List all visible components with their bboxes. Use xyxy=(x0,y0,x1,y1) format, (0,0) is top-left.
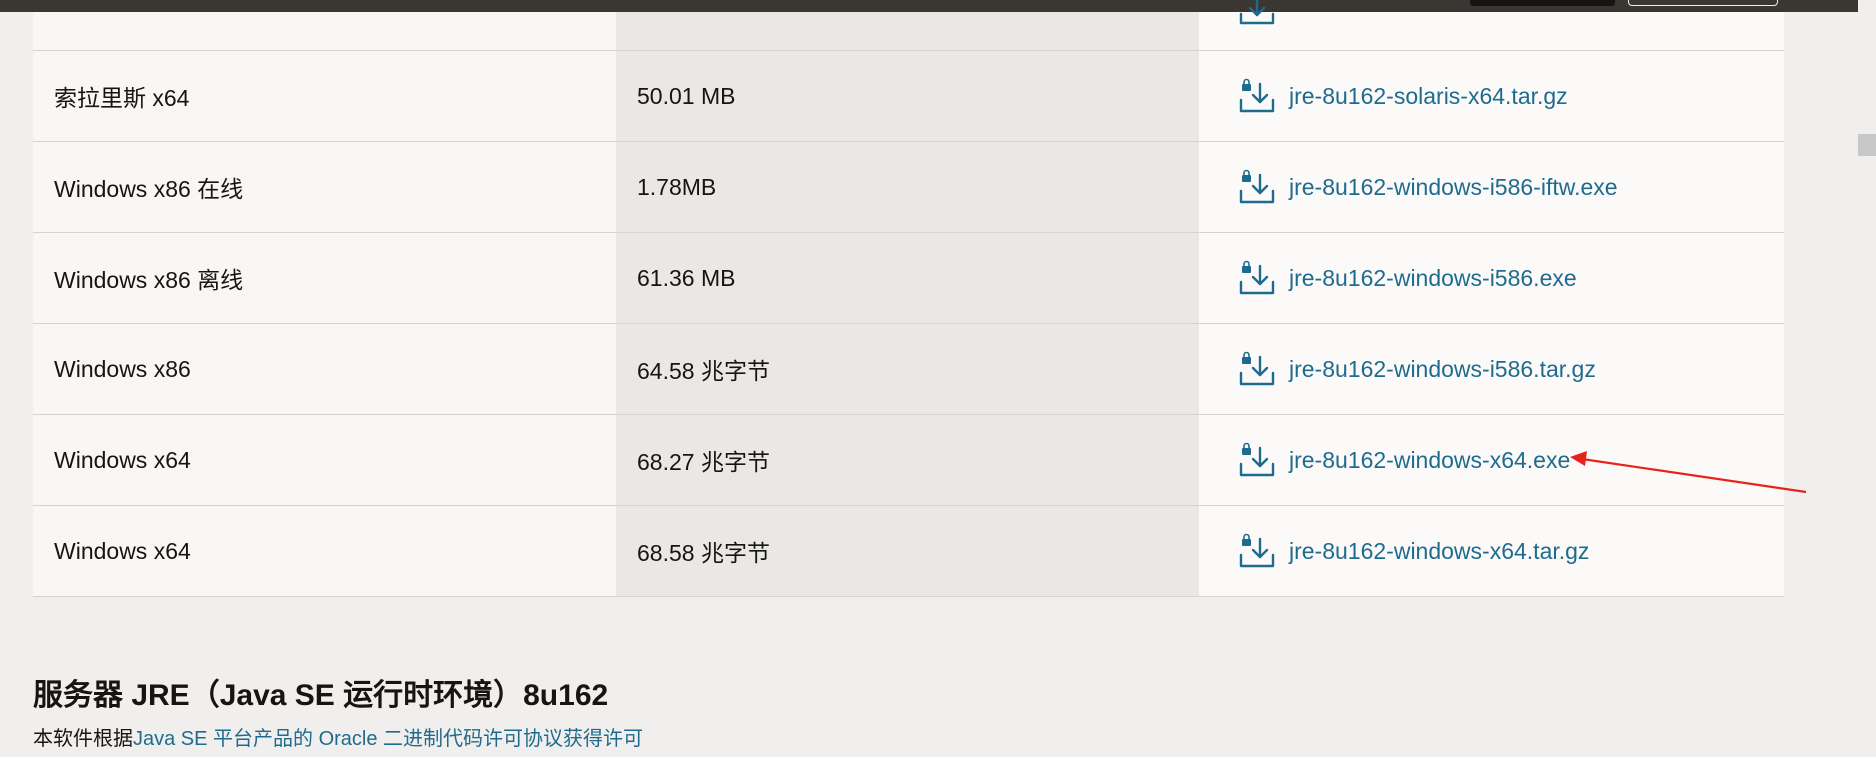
license-note-prefix: 本软件根据 xyxy=(33,728,133,750)
size-cell: 50.01 MB xyxy=(616,51,1199,141)
size-cell: 1.78MB xyxy=(616,142,1199,232)
product-label: 索拉里斯 x64 xyxy=(54,85,190,111)
product-label: Windows x64 xyxy=(54,446,191,473)
file-size: 50.01 MB xyxy=(637,82,736,109)
license-note: 本软件根据Java SE 平台产品的 Oracle 二进制代码许可协议获得许可 xyxy=(33,722,643,751)
download-lock-icon[interactable] xyxy=(1239,260,1275,296)
download-cell: jre-8u162-solaris-x64.tar.gz xyxy=(1199,51,1784,141)
license-agreement-link[interactable]: Java SE 平台产品的 Oracle 二进制代码许可协议获得许可 xyxy=(133,728,643,750)
download-link[interactable]: jre-8u162-windows-x64.tar.gz xyxy=(1289,538,1589,565)
download-link[interactable]: jre-8u162-windows-i586-iftw.exe xyxy=(1289,174,1618,201)
product-cell: Windows x86 xyxy=(33,324,616,414)
download-lock-icon[interactable] xyxy=(1239,351,1275,387)
file-size: 68.27 兆字节 xyxy=(637,449,770,475)
download-lock-icon[interactable] xyxy=(1239,442,1275,478)
product-cell: Windows x64 xyxy=(33,506,616,596)
file-size: 61.36 MB xyxy=(637,264,736,291)
download-lock-icon[interactable] xyxy=(1239,0,1275,26)
top-header-bar xyxy=(0,0,1876,12)
size-cell: 68.27 兆字节 xyxy=(616,415,1199,505)
download-lock-icon[interactable] xyxy=(1239,169,1275,205)
download-cell: jre-8u162-windows-x64.exe xyxy=(1199,415,1784,505)
download-link[interactable]: jre-8u162-windows-i586.tar.gz xyxy=(1289,356,1596,383)
table-row xyxy=(33,0,1784,51)
download-cell xyxy=(1199,0,1784,50)
product-label: Windows x86 xyxy=(54,355,191,382)
product-cell: Windows x86 在线 xyxy=(33,142,616,232)
download-link[interactable]: jre-8u162-solaris-x64.tar.gz xyxy=(1289,83,1568,110)
table-row: Windows x64 68.27 兆字节 jre-8u162-windows-… xyxy=(33,415,1784,506)
product-label: Windows x86 在线 xyxy=(54,176,244,202)
size-cell: 64.58 兆字节 xyxy=(616,324,1199,414)
download-cell: jre-8u162-windows-i586.tar.gz xyxy=(1199,324,1784,414)
header-button-outline[interactable] xyxy=(1628,0,1778,6)
size-cell xyxy=(616,12,1199,50)
product-cell: 索拉里斯 x64 xyxy=(33,51,616,141)
product-label: Windows x64 xyxy=(54,537,191,564)
section-title: 服务器 JRE（Java SE 运行时环境）8u162 xyxy=(33,679,609,712)
download-cell: jre-8u162-windows-i586-iftw.exe xyxy=(1199,142,1784,232)
product-cell: Windows x86 离线 xyxy=(33,233,616,323)
download-lock-icon[interactable] xyxy=(1239,78,1275,114)
size-cell: 68.58 兆字节 xyxy=(616,506,1199,596)
file-size: 68.58 兆字节 xyxy=(637,540,770,566)
table-row: 索拉里斯 x64 50.01 MB jre-8u162-solaris-x64.… xyxy=(33,51,1784,142)
table-row: Windows x64 68.58 兆字节 jre-8u162-windows-… xyxy=(33,506,1784,597)
header-button-dark[interactable] xyxy=(1470,0,1615,6)
download-link[interactable]: jre-8u162-windows-i586.exe xyxy=(1289,265,1577,292)
product-cell: Windows x64 xyxy=(33,415,616,505)
product-cell xyxy=(33,12,616,50)
downloads-table: 索拉里斯 x64 50.01 MB jre-8u162-solaris-x64.… xyxy=(33,0,1784,597)
scrollbar-thumb[interactable] xyxy=(1858,134,1876,156)
download-link[interactable]: jre-8u162-windows-x64.exe xyxy=(1289,447,1570,474)
table-row: Windows x86 离线 61.36 MB jre-8u162-window… xyxy=(33,233,1784,324)
page-scrollbar[interactable] xyxy=(1858,0,1876,757)
file-size: 64.58 兆字节 xyxy=(637,358,770,384)
size-cell: 61.36 MB xyxy=(616,233,1199,323)
download-cell: jre-8u162-windows-i586.exe xyxy=(1199,233,1784,323)
file-size: 1.78MB xyxy=(637,173,717,200)
download-cell: jre-8u162-windows-x64.tar.gz xyxy=(1199,506,1784,596)
product-label: Windows x86 离线 xyxy=(54,267,244,293)
table-row: Windows x86 64.58 兆字节 jre-8u162-windows-… xyxy=(33,324,1784,415)
download-lock-icon[interactable] xyxy=(1239,533,1275,569)
table-row: Windows x86 在线 1.78MB jre-8u162-windows-… xyxy=(33,142,1784,233)
